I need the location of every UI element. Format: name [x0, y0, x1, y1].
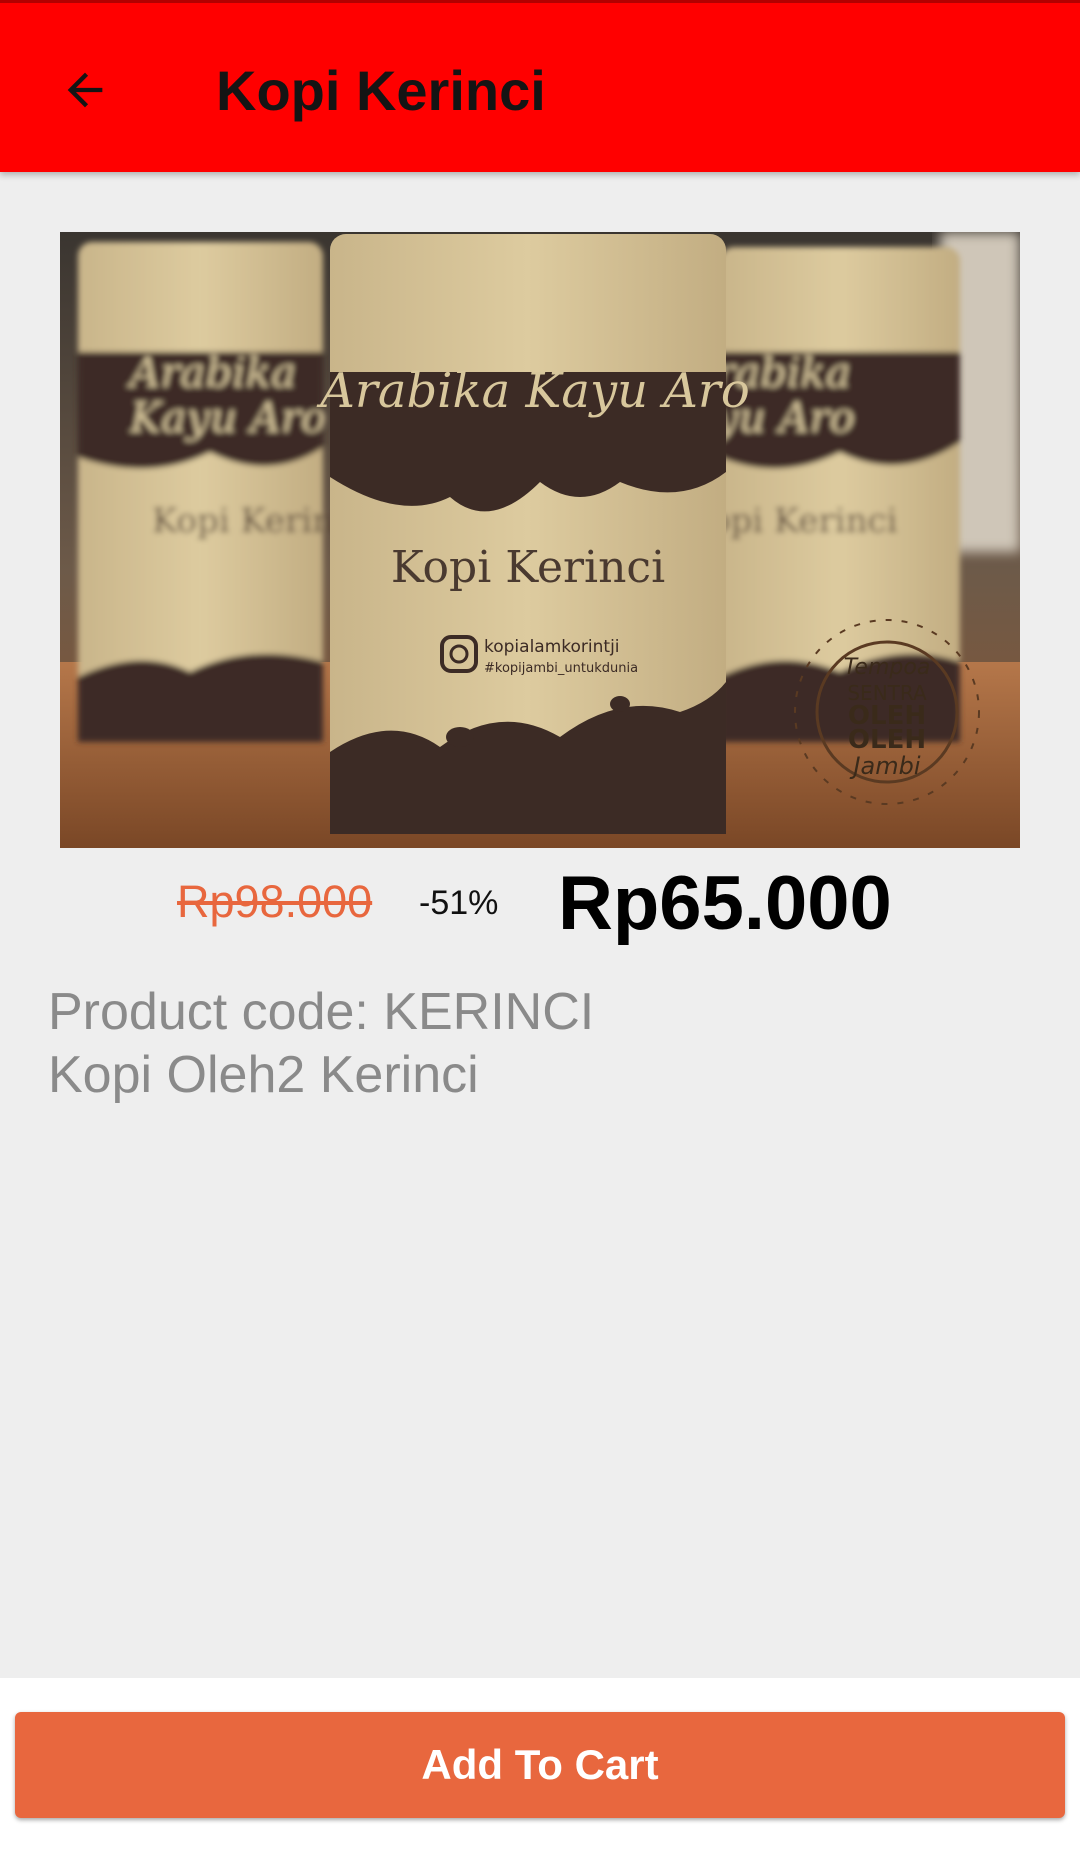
svg-text:opi Kerinci: opi Kerinci	[710, 501, 898, 541]
original-price: Rp98.000	[177, 876, 373, 927]
pouch-title-text: Kopi Kerinci	[391, 542, 665, 593]
svg-text:OLEH: OLEH	[848, 725, 926, 755]
sale-price: Rp65.000	[558, 861, 892, 946]
product-image: Arabika Kayu Aro Kopi Kerinci rabika yu …	[60, 232, 1020, 848]
pouch-social-text: kopialamkorintji	[484, 637, 620, 657]
pouch-hashtag-text: #kopijambi_untukdunia	[484, 661, 638, 676]
svg-text:Jambi: Jambi	[849, 752, 920, 780]
page-title: Kopi Kerinci	[216, 59, 546, 122]
price-row: Rp98.000 -51% Rp65.000	[0, 860, 1080, 950]
app-bar: Kopi Kerinci	[0, 0, 1080, 172]
svg-text:Kayu Aro: Kayu Aro	[129, 393, 326, 442]
product-code: Product code: KERINCI	[48, 983, 595, 1041]
discount-badge: -51%	[419, 884, 499, 922]
back-button[interactable]	[50, 55, 120, 125]
svg-text:Arabika: Arabika	[126, 348, 296, 397]
product-description: Kopi Oleh2 Kerinci	[48, 1046, 479, 1104]
svg-text:Tempoa: Tempoa	[844, 655, 931, 680]
pouch-script-text: Arabika Kayu Aro	[316, 363, 750, 419]
add-to-cart-button[interactable]: Add To Cart	[15, 1712, 1065, 1818]
arrow-left-icon	[67, 72, 103, 108]
